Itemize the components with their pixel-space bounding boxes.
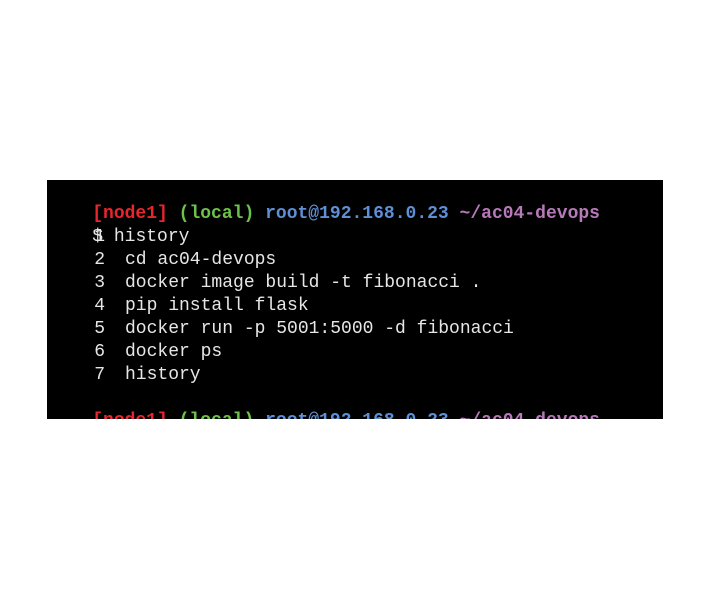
- history-number: 5: [94, 319, 105, 339]
- prompt-userhost: root@192.168.0.23: [265, 411, 449, 419]
- prompt-line-1: [node1] (local) root@192.168.0.23 ~/ac04…: [49, 180, 600, 224]
- prompt-path: ~/ac04-devops: [459, 204, 600, 224]
- history-row: 6 docker ps: [49, 341, 222, 364]
- history-row: 4 pip install flask: [49, 295, 309, 318]
- prompt-local: (local): [178, 204, 255, 224]
- prompt-local: (local): [179, 411, 255, 419]
- history-command: docker image build -t fibonacci .: [125, 273, 482, 293]
- command-line-2[interactable]: $: [49, 408, 119, 419]
- history-number: 6: [94, 342, 105, 362]
- history-row: 5 docker run -p 5001:5000 -d fibonacci: [49, 318, 514, 341]
- history-number: 3: [94, 273, 105, 293]
- history-command: pip install flask: [125, 296, 309, 316]
- prompt-userhost: root@192.168.0.23: [265, 204, 449, 224]
- history-number: 1: [94, 227, 105, 247]
- typed-command: history: [113, 227, 190, 247]
- history-command: cd ac04-devops: [125, 250, 277, 270]
- history-number: 7: [94, 365, 105, 385]
- prompt-line-2: [node1] (local) root@192.168.0.23 ~/ac04…: [49, 387, 600, 419]
- history-row: 2 cd ac04-devops: [49, 249, 276, 272]
- history-command: history: [125, 365, 201, 385]
- history-row: 1: [49, 226, 125, 249]
- terminal-window[interactable]: [node1] (local) root@192.168.0.23 ~/ac04…: [47, 180, 663, 419]
- command-line-1: $ history: [49, 203, 189, 247]
- history-number: 4: [94, 296, 105, 316]
- history-command: docker ps: [125, 342, 223, 362]
- prompt-path: ~/ac04-devops: [460, 411, 600, 419]
- history-row: 7 history: [49, 364, 201, 387]
- history-number: 2: [94, 250, 105, 270]
- history-row: 3 docker image build -t fibonacci .: [49, 272, 481, 295]
- history-command: docker run -p 5001:5000 -d fibonacci: [125, 319, 514, 339]
